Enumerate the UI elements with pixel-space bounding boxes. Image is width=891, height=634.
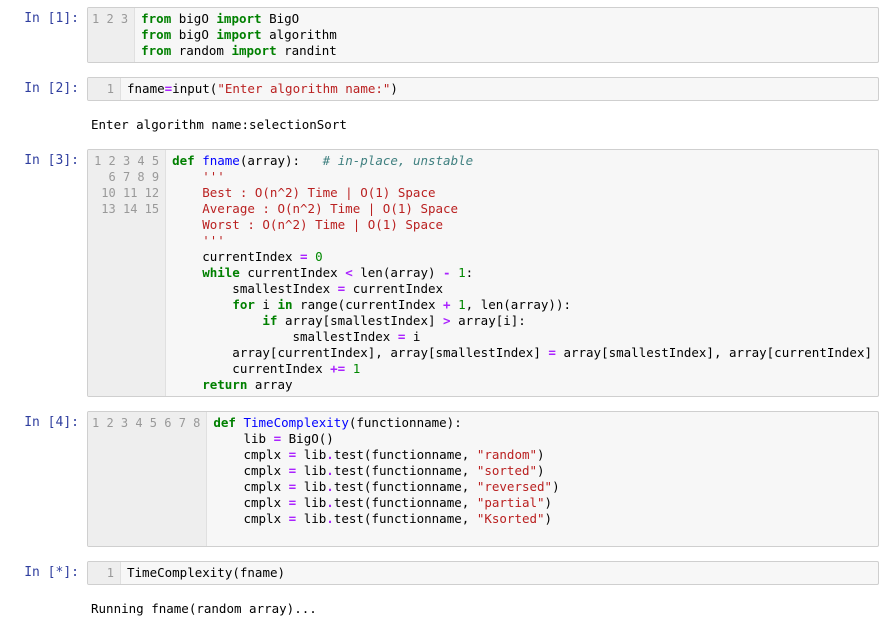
input-area[interactable]: 1fname=input("Enter algorithm name:") — [87, 77, 879, 101]
line-gutter: 1 — [88, 562, 121, 584]
code-cell[interactable]: In [1]:1 2 3from bigO import BigO from b… — [4, 4, 887, 66]
input-prompt: In [1]: — [4, 7, 87, 27]
line-gutter: 1 2 3 4 5 6 7 8 — [88, 412, 207, 546]
code-cell[interactable]: In [4]:1 2 3 4 5 6 7 8def TimeComplexity… — [4, 408, 887, 550]
line-gutter: 1 2 3 4 5 6 7 8 9 10 11 12 13 14 15 — [88, 150, 166, 396]
code-cell[interactable]: In [3]:1 2 3 4 5 6 7 8 9 10 11 12 13 14 … — [4, 146, 887, 400]
input-prompt: In [2]: — [4, 77, 87, 97]
code-content[interactable]: fname=input("Enter algorithm name:") — [121, 78, 878, 100]
code-content[interactable]: TimeComplexity(fname) — [121, 562, 878, 584]
code-cell[interactable]: In [2]:1fname=input("Enter algorithm nam… — [4, 74, 887, 104]
line-gutter: 1 — [88, 78, 121, 100]
output-text: Running fname(random array)... — [87, 599, 879, 619]
input-area[interactable]: 1TimeComplexity(fname) — [87, 561, 879, 585]
input-area[interactable]: 1 2 3 4 5 6 7 8 9 10 11 12 13 14 15def f… — [87, 149, 879, 397]
line-gutter: 1 2 3 — [88, 8, 135, 62]
code-content[interactable]: def TimeComplexity(functionname): lib = … — [207, 412, 878, 546]
code-cell[interactable]: In [*]:1TimeComplexity(fname) — [4, 558, 887, 588]
input-area[interactable]: 1 2 3from bigO import BigO from bigO imp… — [87, 7, 879, 63]
input-prompt: In [3]: — [4, 149, 87, 169]
code-content[interactable]: def fname(array): # in-place, unstable '… — [166, 150, 878, 396]
input-area[interactable]: 1 2 3 4 5 6 7 8def TimeComplexity(functi… — [87, 411, 879, 547]
notebook: In [1]:1 2 3from bigO import BigO from b… — [4, 4, 887, 622]
input-prompt: In [4]: — [4, 411, 87, 431]
output-text: Enter algorithm name:selectionSort — [87, 115, 879, 135]
output-cell: Running fname(random array)... — [4, 596, 887, 622]
input-prompt: In [*]: — [4, 561, 87, 581]
code-content[interactable]: from bigO import BigO from bigO import a… — [135, 8, 878, 62]
output-cell: Enter algorithm name:selectionSort — [4, 112, 887, 138]
